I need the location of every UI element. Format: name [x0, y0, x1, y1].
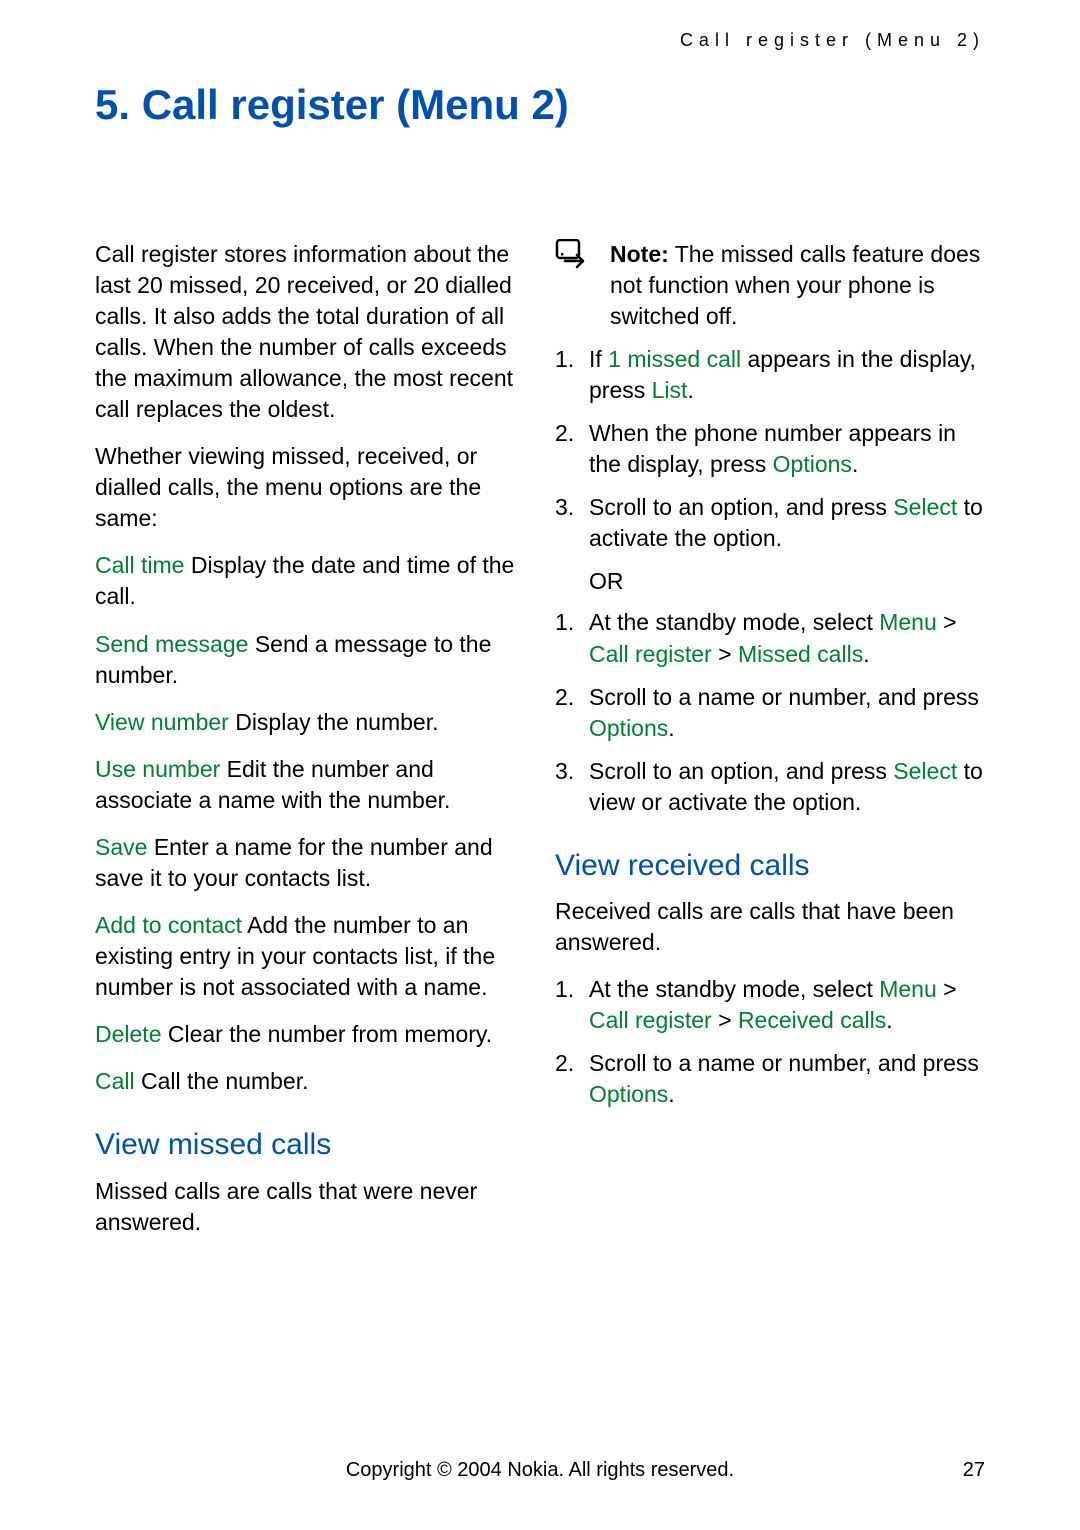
step-text: Scroll to a name or number, and press [589, 684, 979, 710]
step-key: Call register [589, 1007, 712, 1033]
option-label: Add to contact [95, 912, 242, 938]
option-save: Save Enter a name for the number and sav… [95, 832, 525, 894]
steps-missed-a: If 1 missed call appears in the display,… [555, 344, 985, 554]
page-number: 27 [963, 1459, 985, 1482]
steps-received: At the standby mode, select Menu > Call … [555, 974, 985, 1110]
step-key: Options [773, 451, 852, 477]
option-label: View number [95, 709, 229, 735]
note-block: Note: The missed calls feature does not … [555, 239, 985, 332]
option-label: Use number [95, 756, 220, 782]
intro-paragraph-1: Call register stores information about t… [95, 239, 525, 425]
option-label: Call time [95, 552, 184, 578]
step-text: . [687, 377, 693, 403]
running-header: Call register (Menu 2) [95, 30, 985, 51]
option-add-to-contact: Add to contact Add the number to an exis… [95, 910, 525, 1003]
subhead-missed-calls: View missed calls [95, 1125, 525, 1166]
step-key: Options [589, 1081, 668, 1107]
step-text: . [852, 451, 858, 477]
step-text: Scroll to an option, and press [589, 494, 893, 520]
step-text: > [937, 609, 957, 635]
step-text: > [712, 641, 738, 667]
option-use-number: Use number Edit the number and associate… [95, 754, 525, 816]
option-call-time: Call time Display the date and time of t… [95, 550, 525, 612]
step-text: Scroll to a name or number, and press [589, 1050, 979, 1076]
step-text: If [589, 346, 608, 372]
note-icon [555, 239, 591, 269]
list-item: Scroll to an option, and press Select to… [555, 492, 985, 554]
option-label: Save [95, 834, 147, 860]
step-text: Scroll to an option, and press [589, 758, 893, 784]
intro-paragraph-2: Whether viewing missed, received, or dia… [95, 441, 525, 534]
step-key: Menu [879, 609, 937, 635]
list-item: At the standby mode, select Menu > Call … [555, 974, 985, 1036]
option-desc: Call the number. [135, 1068, 309, 1094]
option-desc: Display the number. [229, 709, 439, 735]
step-text: . [668, 1081, 674, 1107]
step-key: Select [893, 758, 957, 784]
footer-copyright: Copyright © 2004 Nokia. All rights reser… [0, 1459, 1080, 1482]
left-column: Call register stores information about t… [95, 239, 525, 1254]
list-item: If 1 missed call appears in the display,… [555, 344, 985, 406]
option-desc: Enter a name for the number and save it … [95, 834, 493, 891]
list-item: Scroll to a name or number, and press Op… [555, 1048, 985, 1110]
list-item: Scroll to an option, and press Select to… [555, 756, 985, 818]
list-item: When the phone number appears in the dis… [555, 418, 985, 480]
right-column: Note: The missed calls feature does not … [555, 239, 985, 1254]
step-key: Options [589, 715, 668, 741]
chapter-title: 5. Call register (Menu 2) [95, 81, 985, 129]
step-text: . [863, 641, 869, 667]
step-text: > [712, 1007, 738, 1033]
missed-calls-desc: Missed calls are calls that were never a… [95, 1176, 525, 1238]
list-item: At the standby mode, select Menu > Call … [555, 607, 985, 669]
option-label: Send message [95, 631, 248, 657]
step-key: Received calls [738, 1007, 886, 1033]
recv-text: Received calls are [555, 898, 749, 924]
list-item: Scroll to a name or number, and press Op… [555, 682, 985, 744]
option-send-message: Send message Send a message to the numbe… [95, 629, 525, 691]
step-key: Missed calls [738, 641, 863, 667]
received-calls-desc: Received calls are calls that have been … [555, 896, 985, 958]
steps-missed-b: At the standby mode, select Menu > Call … [555, 607, 985, 817]
step-text: At the standby mode, select [589, 976, 879, 1002]
step-text: > [937, 976, 957, 1002]
step-key: List [652, 377, 688, 403]
option-view-number: View number Display the number. [95, 707, 525, 738]
or-divider: OR [589, 566, 985, 597]
option-label: Call [95, 1068, 135, 1094]
option-label: Delete [95, 1021, 161, 1047]
note-text: Note: The missed calls feature does not … [610, 239, 985, 332]
step-text: At the standby mode, select [589, 609, 879, 635]
step-key: Select [893, 494, 957, 520]
option-desc: Clear the number from memory. [161, 1021, 492, 1047]
step-text: . [668, 715, 674, 741]
step-text: . [886, 1007, 892, 1033]
option-delete: Delete Clear the number from memory. [95, 1019, 525, 1050]
step-key: 1 missed call [608, 346, 741, 372]
step-key: Menu [879, 976, 937, 1002]
subhead-received-calls: View received calls [555, 846, 985, 887]
option-call: Call Call the number. [95, 1066, 525, 1097]
step-key: Call register [589, 641, 712, 667]
note-label: Note: [610, 241, 669, 267]
